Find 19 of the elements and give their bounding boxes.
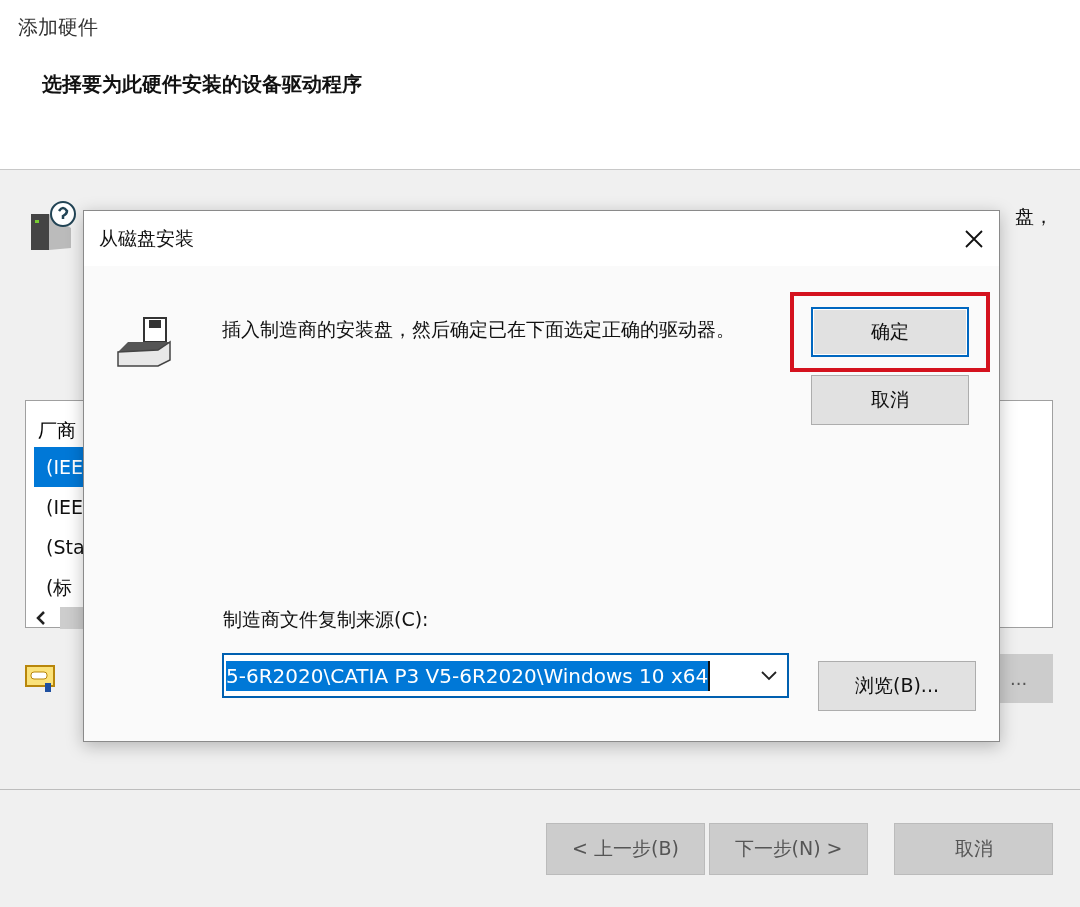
wizard-button[interactable]: 下一步(N) >	[709, 822, 868, 875]
certificate-icon	[25, 664, 55, 693]
dialog-message: 插入制造商的安装盘，然后确定已在下面选定正确的驱动器。	[222, 317, 736, 342]
dialog-button[interactable]: 取消	[810, 375, 969, 425]
disk-button[interactable]: ...	[1000, 654, 1053, 703]
close-icon[interactable]	[965, 229, 983, 248]
column-header: 厂商	[37, 418, 77, 443]
wizard-button[interactable]: < 上一步(B)	[546, 822, 705, 875]
source-combo-field[interactable]: 5-6R2020\CATIA P3 V5-6R2020\Windows 10 x64	[222, 653, 789, 698]
field-label: 制造商文件复制来源(C):	[223, 607, 430, 632]
scroll-left-icon[interactable]	[36, 611, 46, 625]
dialog-title: 从磁盘安装	[99, 225, 194, 251]
browse-button[interactable]: 浏览(B)...	[818, 661, 976, 711]
dialog-button[interactable]: 确定	[810, 307, 969, 357]
instruction-text: 盘，	[1015, 204, 1053, 229]
dropdown-caret-icon[interactable]	[761, 670, 777, 681]
wizard-button[interactable]: 取消	[894, 822, 1053, 875]
page-heading: 选择要为此硬件安装的设备驱动程序	[41, 71, 363, 98]
window-title: 添加硬件	[18, 14, 99, 41]
